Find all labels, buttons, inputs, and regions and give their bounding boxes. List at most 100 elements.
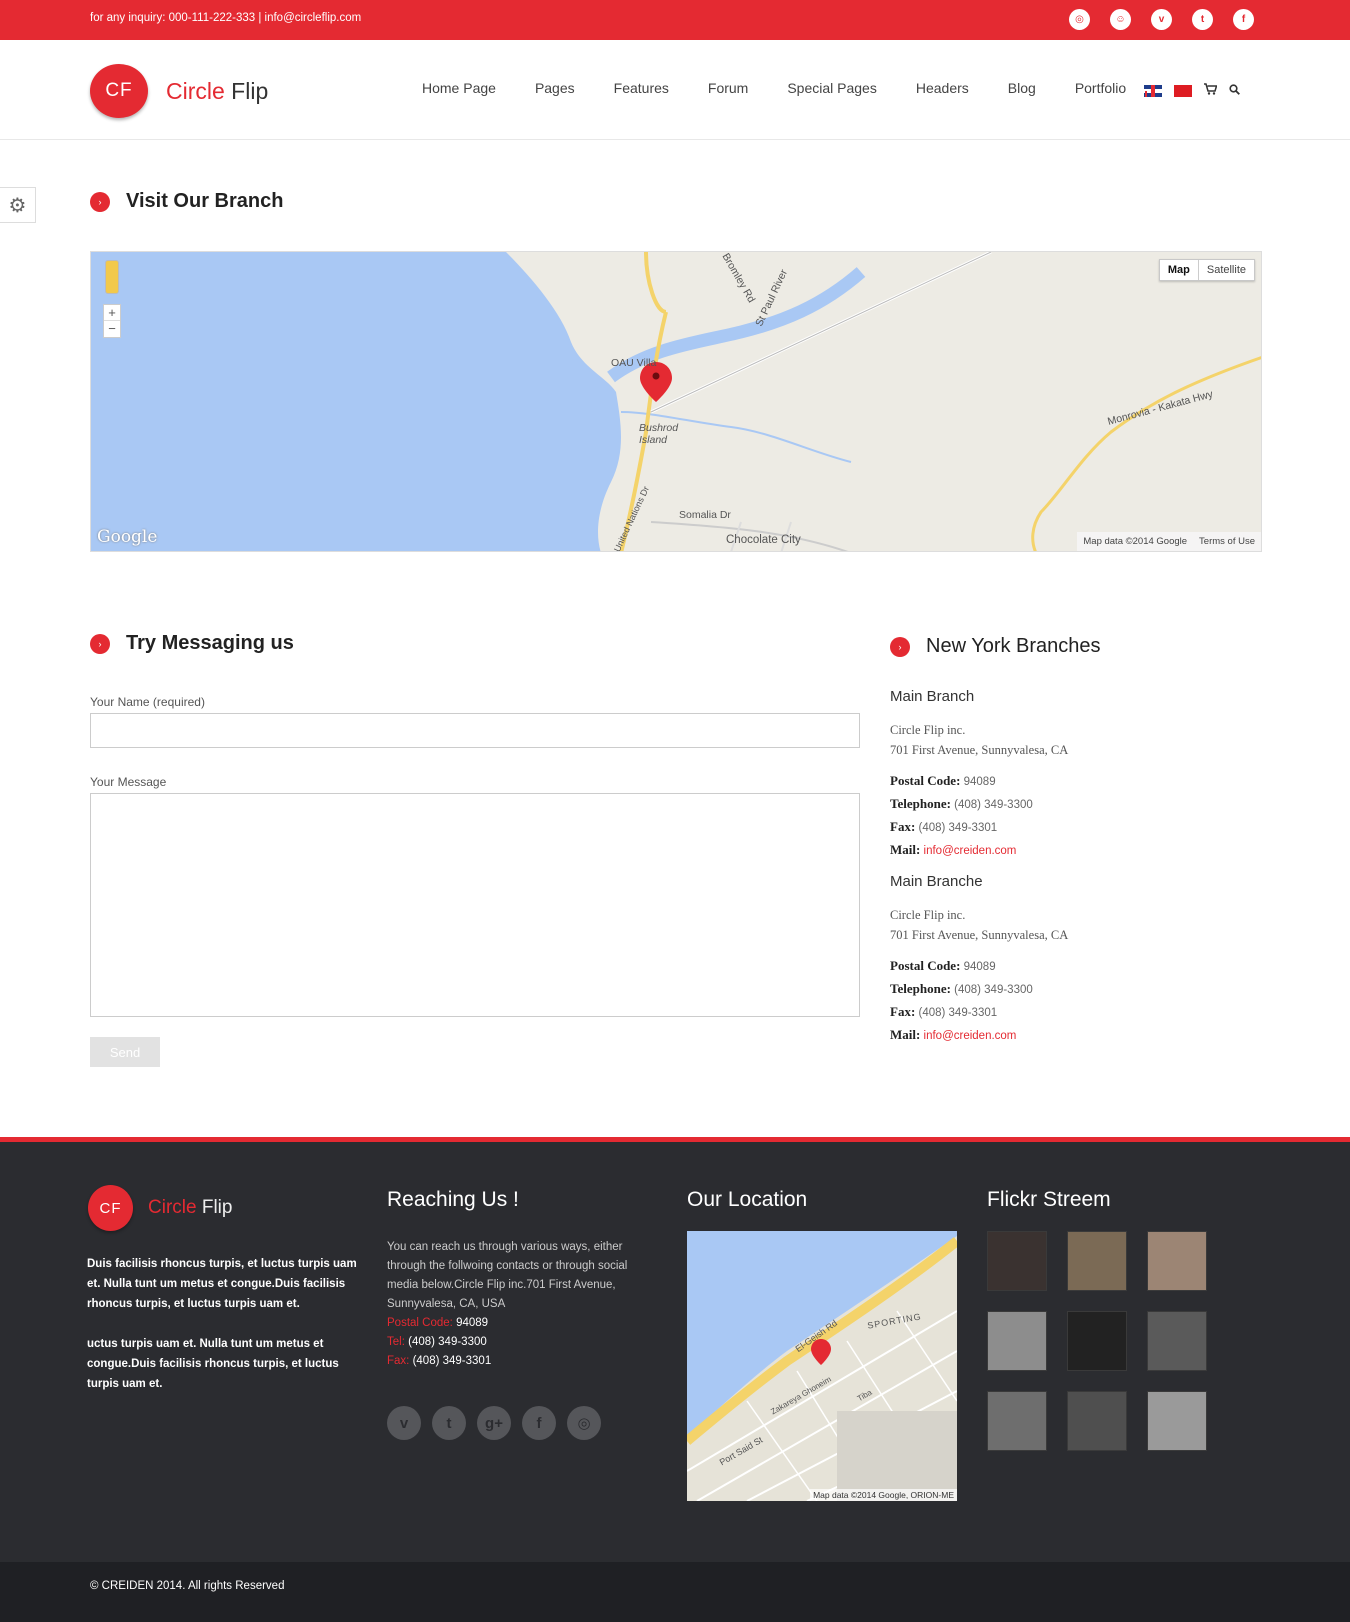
reach-us-text: You can reach us through various ways, e…	[387, 1241, 628, 1367]
branch-address: Circle Flip inc. 701 First Avenue, Sunny…	[890, 908, 1069, 942]
nav-blog[interactable]: Blog	[1008, 80, 1036, 96]
chevron-right-icon: ›	[890, 636, 910, 657]
reddit-icon[interactable]: ☺	[1110, 9, 1131, 30]
cart-icon[interactable]	[1204, 83, 1218, 98]
name-label: Your Name (required)	[90, 695, 205, 709]
footer-logo[interactable]: CF Circle Flip	[88, 1185, 232, 1231]
branch-address: Circle Flip inc. 701 First Avenue, Sunny…	[890, 723, 1069, 757]
facebook-icon[interactable]: f	[1233, 9, 1254, 30]
section-title: New York Branches	[926, 635, 1101, 657]
flickr-photo[interactable]	[1067, 1311, 1127, 1371]
footer-about: Duis facilisis rhoncus turpis, et luctus…	[87, 1258, 357, 1390]
zoom-in-button[interactable]: +	[104, 305, 120, 321]
flickr-photo[interactable]	[1147, 1311, 1207, 1371]
top-bar: for any inquiry: 000-111-222-333 | info@…	[0, 0, 1350, 40]
section-title: Visit Our Branch	[126, 190, 284, 212]
logo-text: Circle Flip	[166, 77, 269, 104]
flickr-title: Flickr Streem	[987, 1188, 1111, 1211]
nav-pages[interactable]: Pages	[535, 80, 575, 96]
branches-heading: › New York Branches	[890, 635, 1101, 658]
map-label: Bushrod Island	[639, 422, 679, 446]
main-nav: Home Page Pages Features Forum Special P…	[422, 80, 1126, 96]
site-logo[interactable]: CF Circle Flip	[90, 64, 268, 118]
branch-card: Main Branche Circle Flip inc. 701 First …	[890, 873, 1230, 1047]
branch-telephone: Telephone: (408) 349-3300	[890, 796, 1033, 811]
nav-portfolio[interactable]: Portfolio	[1075, 80, 1126, 96]
vimeo-icon[interactable]: v	[387, 1406, 421, 1440]
street-view-pegman-icon[interactable]	[105, 260, 119, 294]
zoom-out-button[interactable]: −	[104, 321, 120, 337]
map-type-map-button[interactable]: Map	[1160, 260, 1199, 280]
flickr-photo[interactable]	[987, 1231, 1047, 1291]
settings-gear-icon[interactable]: ⚙	[0, 187, 36, 223]
flickr-photo[interactable]	[1147, 1231, 1207, 1291]
uk-flag-icon[interactable]	[1144, 84, 1162, 97]
nav-headers[interactable]: Headers	[916, 80, 969, 96]
map-label: OAU Villa	[611, 357, 657, 369]
logo-mark: CF	[90, 64, 148, 118]
branch-fax: Fax: (408) 349-3301	[890, 819, 998, 834]
contact-heading: › Try Messaging us	[90, 632, 294, 655]
inquiry-text: for any inquiry: 000-111-222-333 | info@…	[90, 12, 362, 24]
nav-forum[interactable]: Forum	[708, 80, 748, 96]
copyright-bar: © CREIDEN 2014. All rights Reserved	[0, 1562, 1350, 1622]
chevron-right-icon: ›	[90, 633, 110, 654]
branch-postal: Postal Code: 94089	[890, 773, 996, 788]
twitter-icon[interactable]: t	[432, 1406, 466, 1440]
branch-mail-link[interactable]: info@creiden.com	[924, 1030, 1017, 1042]
message-label: Your Message	[90, 775, 167, 789]
nav-special-pages[interactable]: Special Pages	[787, 80, 877, 96]
branch-map[interactable]: + − Map Satellite Bromley Rd St Paul Riv…	[90, 251, 1262, 552]
branch-mail: Mail: info@creiden.com	[890, 842, 1017, 857]
map-attribution: Map data ©2014 Google Terms of Use	[1077, 532, 1261, 551]
branch-name: Main Branch	[890, 688, 975, 705]
branch-mail-link[interactable]: info@creiden.com	[924, 845, 1017, 857]
chevron-right-icon: ›	[90, 191, 110, 212]
nav-features[interactable]: Features	[614, 80, 669, 96]
reach-us-title: Reaching Us !	[387, 1188, 519, 1211]
flickr-photo[interactable]	[987, 1391, 1047, 1451]
branch-name: Main Branche	[890, 873, 983, 890]
nav-home-page[interactable]: Home Page	[422, 80, 496, 96]
flickr-photo[interactable]	[1147, 1391, 1207, 1451]
dribbble-icon[interactable]: ◎	[567, 1406, 601, 1440]
section-title: Try Messaging us	[126, 632, 294, 654]
flickr-photo[interactable]	[1067, 1231, 1127, 1291]
vimeo-icon[interactable]: v	[1151, 9, 1172, 30]
map-canvas	[91, 252, 1261, 551]
name-input[interactable]	[90, 713, 860, 748]
map-terms-link[interactable]: Terms of Use	[1199, 536, 1255, 547]
branch-telephone: Telephone: (408) 349-3300	[890, 981, 1033, 996]
logo-mark: CF	[88, 1185, 133, 1231]
google-logo: Google	[97, 527, 158, 547]
branch-fax: Fax: (408) 349-3301	[890, 1004, 998, 1019]
map-type-satellite-button[interactable]: Satellite	[1199, 260, 1254, 280]
our-location-title: Our Location	[687, 1188, 808, 1211]
top-social-links: ◎ ☺ v t f	[1069, 9, 1254, 30]
flickr-photo[interactable]	[987, 1311, 1047, 1371]
flickr-photo[interactable]	[1067, 1391, 1127, 1451]
site-footer: CF Circle Flip Duis facilisis rhoncus tu…	[0, 1137, 1350, 1562]
map-label: Somalia Dr	[679, 509, 731, 521]
logo-text: Circle Flip	[148, 1197, 233, 1218]
map-label: Chocolate City	[726, 534, 801, 546]
location-map-attribution: Map data ©2014 Google, ORION-ME	[810, 1489, 957, 1501]
china-flag-icon[interactable]	[1174, 84, 1192, 97]
dribbble-icon[interactable]: ◎	[1069, 9, 1090, 30]
google-plus-icon[interactable]: g+	[477, 1406, 511, 1440]
map-type-control: Map Satellite	[1158, 259, 1255, 281]
branch-mail: Mail: info@creiden.com	[890, 1027, 1017, 1042]
location-map[interactable]: El-Geish Rd Port Said St Zakareya Ghonei…	[687, 1231, 957, 1501]
facebook-icon[interactable]: f	[522, 1406, 556, 1440]
copyright-text: © CREIDEN 2014. All rights Reserved	[90, 1580, 285, 1592]
footer-social-links: v t g+ f ◎	[387, 1406, 601, 1440]
branch-card: Main Branch Circle Flip inc. 701 First A…	[890, 688, 1230, 862]
twitter-icon[interactable]: t	[1192, 9, 1213, 30]
send-button[interactable]: Send	[90, 1037, 160, 1067]
message-textarea[interactable]	[90, 793, 860, 1017]
flickr-gallery	[987, 1231, 1207, 1451]
search-icon[interactable]	[1229, 83, 1240, 98]
header-tools	[1144, 83, 1240, 98]
visit-branch-heading: › Visit Our Branch	[90, 190, 283, 213]
site-header: CF Circle Flip Home Page Pages Features …	[0, 40, 1350, 140]
